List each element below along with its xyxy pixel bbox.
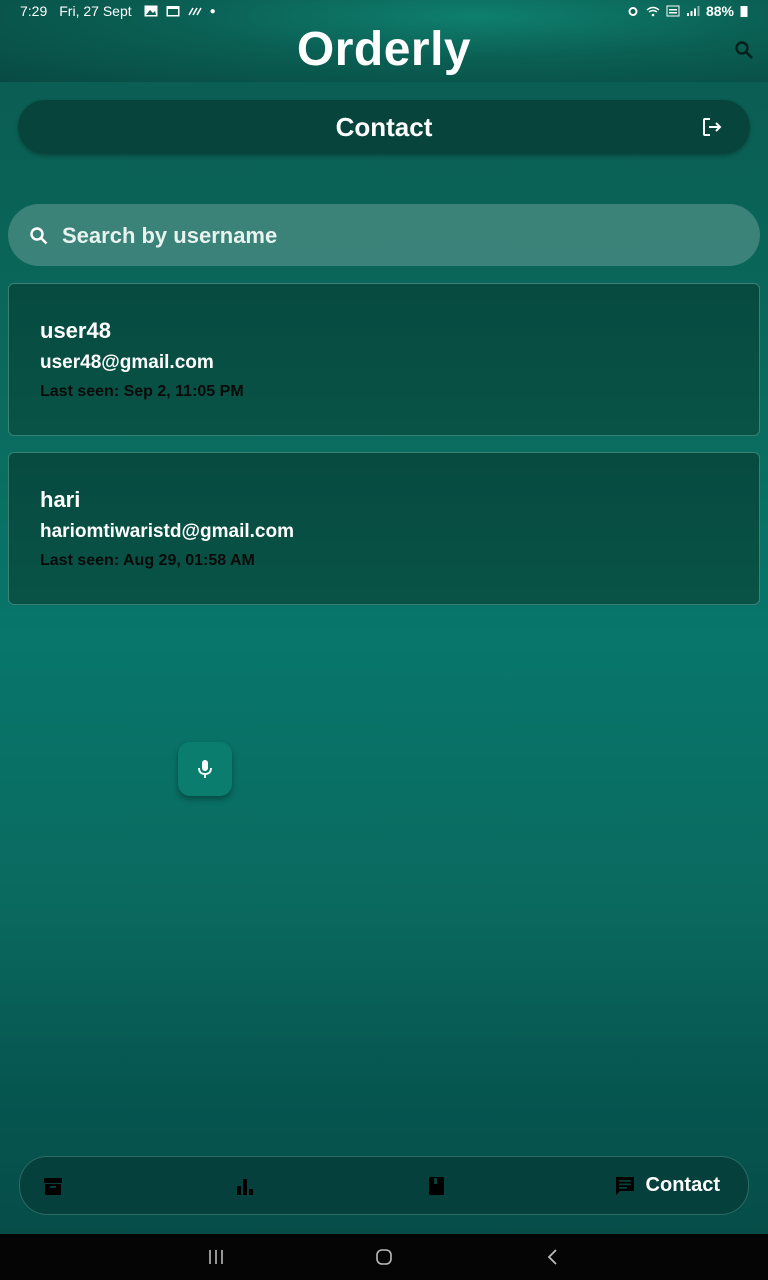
search-bar[interactable] xyxy=(8,204,760,268)
battery-icon xyxy=(740,6,748,17)
status-time: 7:29 xyxy=(20,3,48,19)
search-input[interactable] xyxy=(60,204,744,268)
bottom-navigation: Contact xyxy=(19,1156,749,1215)
contact-card[interactable]: user48 user48@gmail.com Last seen: Sep 2… xyxy=(8,283,760,436)
contact-email: user48@gmail.com xyxy=(40,352,214,373)
nav-item-stats[interactable] xyxy=(234,1157,256,1214)
gallery-notification-icon xyxy=(144,5,158,17)
back-icon[interactable] xyxy=(543,1247,563,1267)
alarm-icon xyxy=(628,7,638,16)
search-icon xyxy=(30,227,48,245)
contact-email: hariomtiwaristd@gmail.com xyxy=(40,521,294,542)
search-icon[interactable] xyxy=(734,40,754,60)
status-bar: 7:29 Fri, 27 Sept ● 88% xyxy=(0,0,768,24)
recent-apps-icon[interactable] xyxy=(206,1247,226,1267)
page-title: Contact xyxy=(335,112,433,142)
system-navigation-bar xyxy=(0,1234,768,1280)
logout-icon[interactable] xyxy=(700,115,724,139)
contact-card[interactable]: hari hariomtiwaristd@gmail.com Last seen… xyxy=(8,452,760,605)
bar-chart-icon xyxy=(237,1178,253,1195)
microphone-icon xyxy=(198,760,212,778)
contact-username: hari xyxy=(40,487,81,512)
nav-item-archive[interactable] xyxy=(42,1157,64,1214)
status-left: 7:29 Fri, 27 Sept ● xyxy=(20,3,216,19)
contact-header-bar: Contact xyxy=(18,100,750,154)
weather-notification-icon xyxy=(187,7,202,16)
voice-search-button[interactable] xyxy=(178,742,232,796)
contact-last-seen: Last seen: Sep 2, 11:05 PM xyxy=(40,383,244,400)
more-notifications-dot-icon: ● xyxy=(209,5,216,17)
signal-icon xyxy=(686,6,700,16)
book-icon xyxy=(429,1176,444,1195)
app-title: Orderly xyxy=(296,23,472,76)
chat-icon xyxy=(615,1176,634,1195)
wifi-icon xyxy=(646,6,660,17)
nav-item-book[interactable] xyxy=(425,1157,447,1214)
nav-contact-label: Contact xyxy=(645,1174,720,1196)
nav-item-contact[interactable]: Contact xyxy=(614,1157,720,1214)
contact-last-seen: Last seen: Aug 29, 01:58 AM xyxy=(40,552,255,569)
battery-percent: 88% xyxy=(705,3,734,19)
status-date: Fri, 27 Sept xyxy=(59,3,132,19)
status-right: 88% xyxy=(626,3,748,19)
volte-icon xyxy=(666,5,680,17)
calendar-notification-icon xyxy=(166,6,180,17)
contact-username: user48 xyxy=(40,318,111,343)
home-icon[interactable] xyxy=(374,1247,394,1267)
archive-icon xyxy=(44,1177,62,1195)
